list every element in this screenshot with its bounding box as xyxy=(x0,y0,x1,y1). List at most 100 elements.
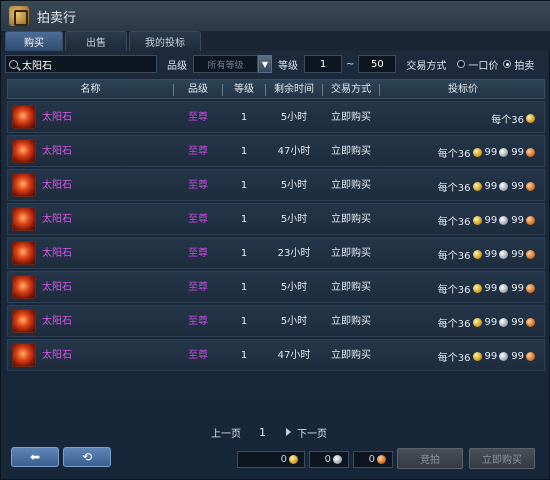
item-grade: 至尊 xyxy=(188,282,208,293)
current-page: 1 xyxy=(259,425,266,439)
item-trade-mode: 立即购买 xyxy=(331,112,371,123)
bronze-coin-icon xyxy=(526,181,535,191)
item-trade-mode: 立即购买 xyxy=(331,146,371,157)
item-time-left: 5小时 xyxy=(280,316,308,327)
col-name[interactable]: 名称 xyxy=(8,80,173,100)
silver-coin-icon xyxy=(499,147,509,157)
table-row[interactable]: 太阳石 至尊 1 47小时 立即购买 每个36 99 99 xyxy=(7,135,545,167)
gold-coin-icon xyxy=(472,181,482,191)
item-trade-mode: 立即购买 xyxy=(331,316,371,327)
chevron-down-icon: ▼ xyxy=(261,59,269,69)
table-row[interactable]: 太阳石 至尊 1 23小时 立即购买 每个36 99 99 xyxy=(7,237,545,269)
window-title: 拍卖行 xyxy=(37,10,77,26)
table-row[interactable]: 太阳石 至尊 1 5小时 立即购买 每个36 xyxy=(7,101,545,133)
buy-now-button[interactable]: 立即购买 xyxy=(469,448,535,469)
item-time-left: 23小时 xyxy=(277,248,311,259)
price-silver: 99 xyxy=(484,180,498,192)
search-input[interactable]: 太阳石 xyxy=(5,55,157,73)
item-level: 1 xyxy=(240,214,248,225)
item-level: 1 xyxy=(240,350,248,361)
silver-coin-icon xyxy=(499,351,509,361)
bid-gold-value: 0 xyxy=(280,454,287,465)
item-price: 每个36 99 99 xyxy=(438,136,538,168)
search-value: 太阳石 xyxy=(22,60,52,72)
table-row[interactable]: 太阳石 至尊 1 5小时 立即购买 每个36 99 99 xyxy=(7,203,545,235)
sunstone-item-icon xyxy=(12,309,36,333)
item-grade: 至尊 xyxy=(188,316,208,327)
gold-coin-icon xyxy=(472,317,482,327)
price-prefix: 每个36 xyxy=(437,250,471,262)
item-price: 每个36 xyxy=(491,102,538,134)
pagination: 上一页 1 下一页 xyxy=(211,425,327,440)
gold-coin-icon xyxy=(472,147,482,157)
radio-buyout[interactable] xyxy=(457,60,466,68)
item-level: 1 xyxy=(240,146,248,157)
col-time[interactable]: 剩余时间 xyxy=(266,80,322,100)
item-time-left: 5小时 xyxy=(280,112,308,123)
col-level[interactable]: 等级 xyxy=(223,80,265,100)
item-time-left: 5小时 xyxy=(280,180,308,191)
item-grade: 至尊 xyxy=(188,146,208,157)
title-bar[interactable]: 拍卖行 xyxy=(1,1,550,31)
item-trade-mode: 立即购买 xyxy=(331,350,371,361)
refresh-icon: ⟲ xyxy=(81,450,93,464)
auction-window: 拍卖行 购买 出售 我的投标 太阳石 品级 所有等级 ▼ 等级 1 ~ 50 交… xyxy=(0,0,550,480)
price-silver: 99 xyxy=(484,350,498,362)
grade-select[interactable]: 所有等级 xyxy=(193,55,258,73)
item-time-left: 5小时 xyxy=(280,282,308,293)
sunstone-item-icon xyxy=(12,275,36,299)
tab-my-bids[interactable]: 我的投标 xyxy=(129,31,201,51)
prev-page-button[interactable]: 上一页 xyxy=(211,425,241,440)
item-grade: 至尊 xyxy=(188,112,208,123)
table-header: 名称 品级 等级 剩余时间 交易方式 投标价 xyxy=(7,79,545,99)
play-right-icon[interactable] xyxy=(286,428,291,436)
silver-coin-icon xyxy=(499,215,509,225)
bid-gold-input[interactable]: 0 xyxy=(237,451,305,468)
next-page-button[interactable]: 下一页 xyxy=(297,425,327,440)
table-row[interactable]: 太阳石 至尊 1 47小时 立即购买 每个36 99 99 xyxy=(7,339,545,371)
price-prefix: 每个36 xyxy=(437,352,471,364)
price-silver: 99 xyxy=(484,248,498,260)
item-name: 太阳石 xyxy=(42,112,72,123)
level-max-input[interactable]: 50 xyxy=(358,55,397,73)
price-prefix: 每个36 xyxy=(437,318,471,330)
bid-silver-input[interactable]: 0 xyxy=(309,451,349,468)
table-row[interactable]: 太阳石 至尊 1 5小时 立即购买 每个36 99 99 xyxy=(7,305,545,337)
bid-button[interactable]: 竞拍 xyxy=(397,448,463,469)
gold-coin-icon xyxy=(472,249,482,259)
price-prefix: 每个36 xyxy=(437,148,471,160)
bronze-coin-icon xyxy=(526,215,535,225)
item-name: 太阳石 xyxy=(42,350,72,361)
price-silver: 99 xyxy=(484,146,498,158)
refresh-button[interactable]: ⟲ xyxy=(63,447,111,467)
item-level: 1 xyxy=(240,112,248,123)
tab-buy[interactable]: 购买 xyxy=(5,31,63,51)
back-button[interactable]: ⬅ xyxy=(11,447,59,467)
silver-coin-icon xyxy=(499,317,509,327)
table-row[interactable]: 太阳石 至尊 1 5小时 立即购买 每个36 99 99 xyxy=(7,169,545,201)
sunstone-item-icon xyxy=(12,139,36,163)
item-name: 太阳石 xyxy=(42,180,72,191)
col-bid-price[interactable]: 投标价 xyxy=(380,80,546,100)
grade-dropdown-button[interactable]: ▼ xyxy=(258,55,272,73)
sunstone-item-icon xyxy=(12,241,36,265)
table-row[interactable]: 太阳石 至尊 1 5小时 立即购买 每个36 99 99 xyxy=(7,271,545,303)
item-time-left: 5小时 xyxy=(280,214,308,225)
item-trade-mode: 立即购买 xyxy=(331,180,371,191)
tab-sell[interactable]: 出售 xyxy=(65,31,127,51)
radio-auction[interactable] xyxy=(503,60,512,68)
level-min-input[interactable]: 1 xyxy=(304,55,342,73)
arrow-left-icon: ⬅ xyxy=(29,450,41,464)
grade-label: 品级 xyxy=(167,60,187,72)
col-trade[interactable]: 交易方式 xyxy=(323,80,379,100)
sunstone-item-icon xyxy=(12,207,36,231)
col-grade[interactable]: 品级 xyxy=(174,80,222,100)
level-range-separator: ~ xyxy=(346,58,355,70)
item-name: 太阳石 xyxy=(42,146,72,157)
price-bronze: 99 xyxy=(511,214,524,226)
silver-coin-icon xyxy=(499,249,509,259)
silver-coin-icon xyxy=(333,455,342,464)
bid-bronze-input[interactable]: 0 xyxy=(353,451,393,468)
price-prefix: 每个36 xyxy=(491,114,524,126)
item-price: 每个36 99 99 xyxy=(438,204,538,236)
